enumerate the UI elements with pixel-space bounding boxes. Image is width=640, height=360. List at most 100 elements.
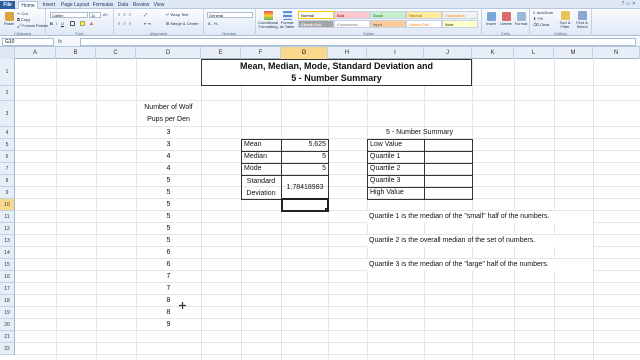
column-header-g[interactable]: G	[281, 47, 328, 59]
row-header-22[interactable]: 22	[0, 343, 15, 355]
insert-button[interactable]: Insert	[484, 12, 498, 26]
row-header-13[interactable]: 13	[0, 235, 15, 247]
horizontal-align-icons[interactable]: ≡ ≡ ≡	[118, 21, 132, 26]
insert-function-button[interactable]: fx	[58, 38, 78, 46]
format-button[interactable]: Format	[514, 12, 528, 26]
autosum-button[interactable]: Σ AutoSum	[533, 10, 553, 15]
fill-color-icon[interactable]	[80, 21, 85, 26]
data-value[interactable]: 3	[136, 139, 201, 151]
style-bad[interactable]: Bad	[334, 11, 370, 19]
column-header-m[interactable]: M	[554, 47, 593, 59]
borders-icon[interactable]	[70, 21, 75, 26]
data-value[interactable]: 5	[136, 235, 201, 247]
format-as-table-button[interactable]: Format as Table	[279, 11, 295, 29]
font-name-select[interactable]: Calibri	[50, 12, 88, 18]
wrap-text-button[interactable]: ↵ Wrap Text	[166, 12, 188, 17]
data-value[interactable]: 5	[136, 211, 201, 223]
note-quartile-3[interactable]: Quartile 3 is the median of the "large" …	[369, 259, 549, 271]
sort-filter-button[interactable]: Sort & Filter	[557, 11, 573, 29]
row-header-21[interactable]: 21	[0, 331, 15, 343]
row-header-20[interactable]: 20	[0, 319, 15, 331]
style-linked-cell[interactable]: Linked Cell	[406, 20, 442, 28]
style-neutral[interactable]: Neutral	[406, 11, 442, 19]
vertical-align-icons[interactable]: ≡ ≡ ≡	[118, 12, 132, 17]
data-value[interactable]: 9	[136, 319, 201, 331]
fill-button[interactable]: ⬇ Fill	[533, 16, 543, 21]
summary-quartile-1[interactable]: Quartile 1	[370, 151, 400, 163]
tab-insert[interactable]: Insert	[40, 1, 58, 9]
find-select-button[interactable]: Find & Select	[574, 11, 590, 29]
row-header-10[interactable]: 10	[0, 199, 15, 211]
style-input[interactable]: Input	[370, 20, 406, 28]
mean-label[interactable]: Mean	[244, 139, 262, 151]
row-header-6[interactable]: 6	[0, 151, 15, 163]
median-label[interactable]: Median	[244, 151, 267, 163]
summary-header[interactable]: 5 - Number Summary	[367, 127, 472, 139]
active-cell-g10[interactable]	[281, 198, 329, 212]
name-box[interactable]: G10	[2, 38, 54, 46]
cut-button[interactable]: ✂ Cut	[17, 11, 28, 16]
data-value[interactable]: 5	[136, 187, 201, 199]
tab-data[interactable]: Data	[116, 1, 130, 9]
note-quartile-2[interactable]: Quartile 2 is the overall median of the …	[369, 235, 535, 247]
row-header-19[interactable]: 19	[0, 307, 15, 319]
data-value[interactable]: 3	[136, 127, 201, 139]
column-header-b[interactable]: B	[56, 47, 96, 59]
summary-quartile-3[interactable]: Quartile 3	[370, 175, 400, 187]
style-check-cell[interactable]: Check Cell	[298, 20, 334, 28]
tab-file[interactable]: File	[0, 1, 15, 9]
summary-high-value[interactable]: High Value	[370, 187, 404, 199]
grow-font-icon[interactable]: A˄	[103, 12, 108, 17]
summary-low-value[interactable]: Low Value	[370, 139, 402, 151]
data-value[interactable]: 4	[136, 163, 201, 175]
data-value[interactable]: 5	[136, 223, 201, 235]
column-header-f[interactable]: F	[241, 47, 281, 59]
row-header-11[interactable]: 11	[0, 211, 15, 223]
column-header-i[interactable]: I	[367, 47, 424, 59]
italic-button[interactable]: I	[56, 21, 57, 26]
style-calculation[interactable]: Calculation	[442, 11, 478, 19]
underline-button[interactable]: U	[61, 21, 64, 26]
tab-page-layout[interactable]: Page Layout	[60, 1, 90, 9]
data-value[interactable]: 6	[136, 259, 201, 271]
sd-label-line-1[interactable]: Standard	[241, 176, 281, 188]
row-header-12[interactable]: 12	[0, 223, 15, 235]
data-value[interactable]: 7	[136, 283, 201, 295]
data-value[interactable]: 5	[136, 199, 201, 211]
indent-icon[interactable]: ⇤⇥	[144, 21, 151, 26]
data-value[interactable]: 4	[136, 151, 201, 163]
column-header-a[interactable]: A	[15, 47, 56, 59]
row-header-4[interactable]: 4	[0, 127, 15, 139]
format-painter-button[interactable]: 🖌Format Painter	[17, 23, 49, 28]
help-icon[interactable]: ? ▭ ✕	[622, 1, 636, 7]
mode-value[interactable]: 5	[282, 163, 326, 175]
style-explanatory[interactable]: Explanatory ...	[334, 20, 370, 28]
delete-button[interactable]: Delete	[499, 12, 513, 26]
row-header-5[interactable]: 5	[0, 139, 15, 151]
tab-formulas[interactable]: Formulas	[91, 1, 115, 9]
row-header-9[interactable]: 9	[0, 187, 15, 199]
column-header-n[interactable]: N	[593, 47, 640, 59]
column-header-d[interactable]: D	[136, 47, 201, 59]
tab-home[interactable]: Home	[18, 1, 38, 9]
row-header-17[interactable]: 17	[0, 283, 15, 295]
clear-button[interactable]: ⌫ Clear	[533, 22, 549, 27]
data-value[interactable]: 5	[136, 175, 201, 187]
font-size-select[interactable]: 11	[89, 12, 101, 18]
style-note[interactable]: Note	[442, 20, 478, 28]
tab-view[interactable]: View	[152, 1, 166, 9]
tab-review[interactable]: Review	[132, 1, 150, 9]
copy-button[interactable]: ⧉ Copy	[17, 17, 30, 22]
median-value[interactable]: 5	[282, 151, 326, 163]
data-value[interactable]: 7	[136, 271, 201, 283]
column-header-h[interactable]: H	[328, 47, 367, 59]
font-color-icon[interactable]: A	[90, 21, 93, 26]
row-header-15[interactable]: 15	[0, 259, 15, 271]
select-all-button[interactable]	[0, 47, 15, 59]
merge-center-button[interactable]: ⊞ Merge & Center	[166, 21, 199, 26]
row-header-18[interactable]: 18	[0, 295, 15, 307]
paste-button[interactable]: Paste	[2, 12, 16, 26]
row-header-8[interactable]: 8	[0, 175, 15, 187]
column-header-c[interactable]: C	[96, 47, 136, 59]
row-header-1[interactable]: 1	[0, 59, 15, 86]
